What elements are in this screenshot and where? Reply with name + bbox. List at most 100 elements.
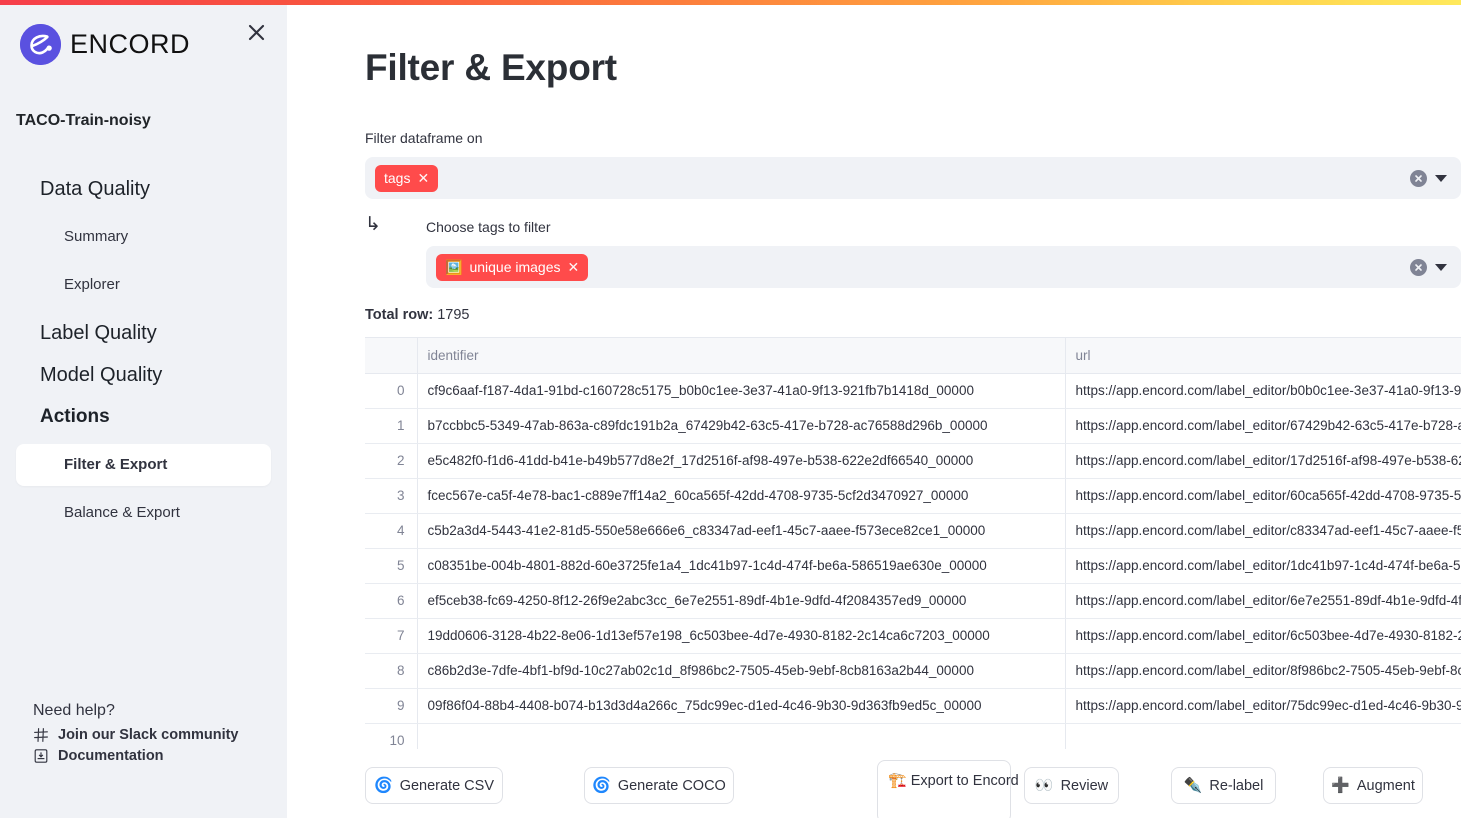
cell-url[interactable]: https://app.encord.com/label_editor/17d2… (1065, 443, 1461, 479)
cell-identifier[interactable]: 09f86f04-88b4-4408-b074-b13d3d4a266c_75d… (417, 688, 1066, 724)
row-index: 3 (365, 478, 418, 514)
row-index: 1 (365, 408, 418, 444)
cell-identifier[interactable]: e5c482f0-f1d6-41dd-b41e-b49b577d8e2f_17d… (417, 443, 1066, 479)
re-label-button[interactable]: ✒️ Re-label (1171, 767, 1276, 804)
cell-identifier[interactable]: ef5ceb38-fc69-4250-8f12-26f9e2abc3cc_6e7… (417, 583, 1066, 619)
cell-url[interactable]: https://app.encord.com/label_editor/6742… (1065, 408, 1461, 444)
slack-community-link[interactable]: Join our Slack community (33, 727, 273, 743)
cell-identifier[interactable]: c5b2a3d4-5443-41e2-81d5-550e58e666e6_c83… (417, 513, 1066, 549)
building-construction-icon: 🏗️ (888, 772, 907, 789)
table-row[interactable]: 1 b7ccbbc5-5349-47ab-863a-c89fdc191b2a_6… (365, 408, 1461, 444)
help-title: Need help? (33, 702, 115, 719)
framed-picture-icon: 🖼️ (445, 258, 463, 275)
encord-e-logo-icon (20, 24, 61, 65)
augment-button[interactable]: ➕ Augment (1323, 767, 1423, 804)
clear-all-icon[interactable] (1410, 258, 1427, 276)
generate-csv-button[interactable]: 🌀 Generate CSV (365, 767, 503, 804)
project-name: TACO-Train-noisy (16, 112, 151, 129)
table-row[interactable]: 0 cf9c6aaf-f187-4da1-91bd-c160728c5175_b… (365, 373, 1461, 409)
table-row[interactable]: 3 fcec567e-ca5f-4e78-bac1-c889e7ff14a2_6… (365, 478, 1461, 514)
row-index: 9 (365, 688, 418, 724)
total-row-label: Total row: (365, 307, 434, 323)
cell-identifier[interactable]: 19dd0606-3128-4b22-8e06-1d13ef57e198_6c5… (417, 618, 1066, 654)
cell-url[interactable]: https://app.encord.com/label_editor/c833… (1065, 513, 1461, 549)
sidebar-section-model-quality[interactable]: Model Quality (0, 354, 287, 396)
chevron-down-icon[interactable] (1435, 263, 1447, 271)
cell-url[interactable]: https://app.encord.com/label_editor/8f98… (1065, 653, 1461, 689)
table-row[interactable]: 4 c5b2a3d4-5443-41e2-81d5-550e58e666e6_c… (365, 513, 1461, 549)
sidebar-section-actions[interactable]: Actions (0, 396, 287, 438)
sidebar-section-label-quality[interactable]: Label Quality (0, 312, 287, 354)
cell-identifier[interactable]: fcec567e-ca5f-4e78-bac1-c889e7ff14a2_60c… (417, 478, 1066, 514)
row-index: 2 (365, 443, 418, 479)
re-label-label: Re-label (1209, 777, 1264, 794)
brand-wordmark: ENCORD (70, 29, 191, 59)
sidebar-item-balance-and-export[interactable]: Balance & Export (16, 492, 271, 534)
filter-column-pill-tags[interactable]: tags ✕ (375, 164, 439, 192)
total-row-status: Total row: 1795 (365, 307, 470, 323)
table-row[interactable]: 5 c08351be-004b-4801-882d-60e3725fe1a4_1… (365, 548, 1461, 584)
cell-identifier[interactable]: cf9c6aaf-f187-4da1-91bd-c160728c5175_b0b… (417, 373, 1066, 409)
row-index: 10 (365, 723, 418, 749)
review-label: Review (1060, 777, 1109, 794)
remove-tag-icon[interactable]: ✕ (417, 171, 429, 185)
cell-identifier[interactable]: c08351be-004b-4801-882d-60e3725fe1a4_1dc… (417, 548, 1066, 584)
app-root: ENCORD TACO-Train-noisy Data Quality Sum… (0, 0, 1461, 818)
column-header-url[interactable]: url (1065, 338, 1461, 374)
table-row[interactable]: 9 09f86f04-88b4-4408-b074-b13d3d4a266c_7… (365, 688, 1461, 724)
generate-coco-button[interactable]: 🌀 Generate COCO (584, 767, 734, 804)
cyclone-icon: 🌀 (592, 777, 611, 794)
cyclone-icon: 🌀 (374, 777, 393, 794)
sidebar-item-explorer[interactable]: Explorer (16, 264, 271, 306)
sidebar-section-data-quality[interactable]: Data Quality (0, 168, 287, 210)
chevron-down-icon[interactable] (1435, 174, 1447, 182)
sidebar: ENCORD TACO-Train-noisy Data Quality Sum… (0, 5, 287, 818)
augment-label: Augment (1356, 777, 1415, 794)
top-gradient-bar (0, 0, 1461, 5)
cell-url[interactable]: https://app.encord.com/label_editor/6e7e… (1065, 583, 1461, 619)
export-to-encord-button[interactable]: 🏗️ Export to Encord (877, 760, 1019, 818)
clear-all-icon[interactable] (1410, 169, 1427, 187)
table-header-row: identifier url (365, 338, 1461, 374)
row-index: 6 (365, 583, 418, 619)
action-button-bar: 🌀 Generate CSV 🌀 Generate COCO 🏗️ Export… (365, 760, 1461, 818)
table-row[interactable]: 2 e5c482f0-f1d6-41dd-b41e-b49b577d8e2f_1… (365, 443, 1461, 479)
review-button[interactable]: 👀 Review (1024, 767, 1119, 804)
choose-tags-multiselect[interactable]: 🖼️ unique images ✕ (426, 246, 1461, 288)
column-header-index[interactable] (365, 338, 418, 374)
sidebar-item-filter-and-export[interactable]: Filter & Export (16, 444, 271, 486)
slack-icon (33, 727, 49, 743)
multiselect-controls (1410, 169, 1451, 187)
table-row[interactable]: 10 (365, 723, 1461, 749)
tag-pill-unique-images[interactable]: 🖼️ unique images ✕ (436, 253, 589, 281)
sidebar-close-button[interactable] (243, 19, 269, 45)
multiselect-controls (1410, 258, 1451, 276)
cell-identifier[interactable]: c86b2d3e-7dfe-4bf1-bf9d-10c27ab02c1d_8f9… (417, 653, 1066, 689)
table-row[interactable]: 7 19dd0606-3128-4b22-8e06-1d13ef57e198_6… (365, 618, 1461, 654)
pen-icon: ✒️ (1183, 777, 1203, 794)
documentation-label: Documentation (58, 748, 164, 764)
tag-pill-label: unique images (469, 258, 561, 275)
cell-url[interactable]: https://app.encord.com/label_editor/1dc4… (1065, 548, 1461, 584)
cell-url[interactable]: https://app.encord.com/label_editor/75dc… (1065, 688, 1461, 724)
table-row[interactable]: 6 ef5ceb38-fc69-4250-8f12-26f9e2abc3cc_6… (365, 583, 1461, 619)
cell-url[interactable]: https://app.encord.com/label_editor/6c50… (1065, 618, 1461, 654)
filter-dataframe-on-multiselect[interactable]: tags ✕ (365, 157, 1461, 199)
choose-tags-label: Choose tags to filter (426, 219, 551, 235)
cell-url[interactable] (1065, 723, 1461, 749)
cell-identifier[interactable] (417, 723, 1066, 749)
dataframe-table: identifier url 0 cf9c6aaf-f187-4da1-91bd… (365, 338, 1461, 749)
brand-logo: ENCORD (20, 24, 190, 65)
table-row[interactable]: 8 c86b2d3e-7dfe-4bf1-bf9d-10c27ab02c1d_8… (365, 653, 1461, 689)
column-header-identifier[interactable]: identifier (417, 338, 1066, 374)
row-index: 7 (365, 618, 418, 654)
table-header: identifier url (365, 338, 1461, 374)
remove-tag-icon[interactable]: ✕ (568, 260, 580, 274)
filter-column-pill-label: tags (384, 169, 411, 186)
documentation-link[interactable]: Documentation (33, 748, 273, 764)
cell-identifier[interactable]: b7ccbbc5-5349-47ab-863a-c89fdc191b2a_674… (417, 408, 1066, 444)
cell-url[interactable]: https://app.encord.com/label_editor/b0b0… (1065, 373, 1461, 409)
dataframe-table-container[interactable]: identifier url 0 cf9c6aaf-f187-4da1-91bd… (365, 337, 1461, 749)
sidebar-item-summary[interactable]: Summary (16, 216, 271, 258)
cell-url[interactable]: https://app.encord.com/label_editor/60ca… (1065, 478, 1461, 514)
